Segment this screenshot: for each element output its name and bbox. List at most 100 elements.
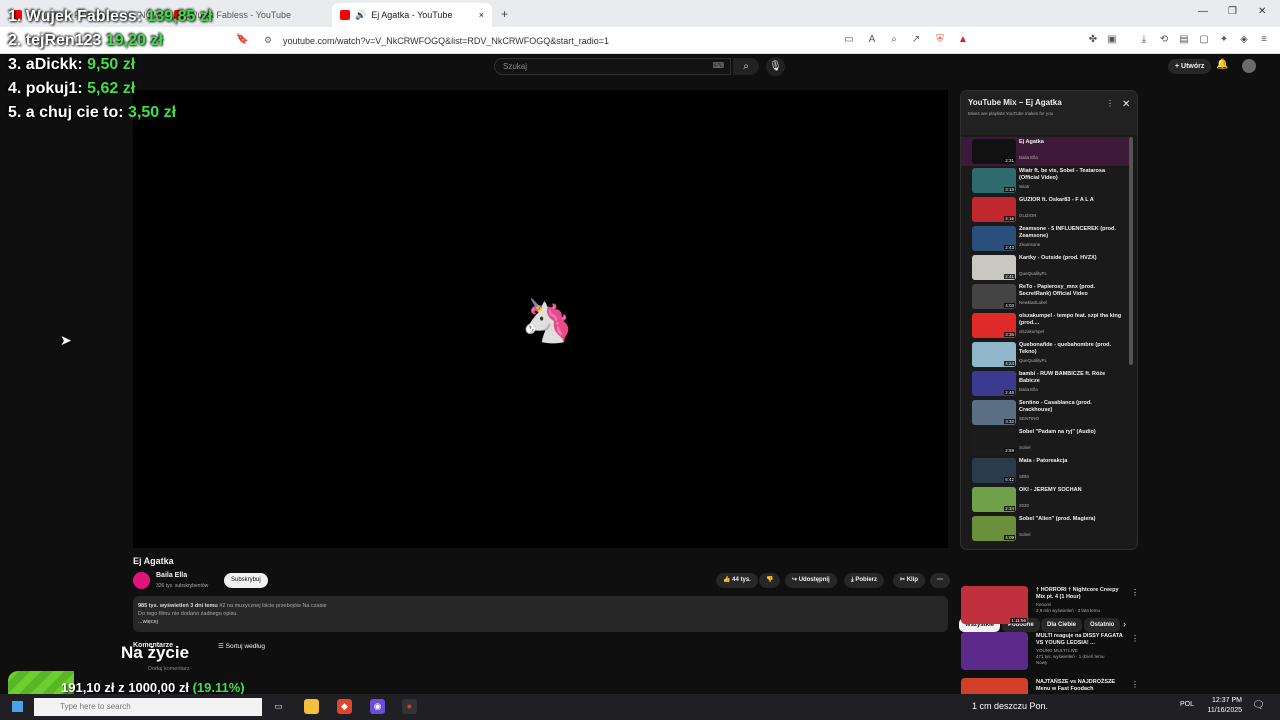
recommended-meta: YOUNG MULTI LIVE 471 tys. wyświetleń · 1 …	[1036, 648, 1105, 665]
search-button[interactable]: ⌕	[733, 58, 759, 75]
playlist-item[interactable]: 2:31 Ej Agatka Baila Ella	[961, 137, 1129, 166]
bookmark-icon[interactable]: 🔖	[236, 34, 248, 46]
menu-icon[interactable]: ≡	[1258, 34, 1270, 46]
playlist-item-title: OKI - JEREMY SOCHAN	[1019, 487, 1082, 493]
taskbar-clock[interactable]: 12:37 PM 11/16/2025	[1198, 696, 1242, 716]
video-menu-icon[interactable]: ⋮	[1131, 680, 1139, 689]
playlist-item[interactable]: 4:03 ReTo - Papierosy_mnx (prod. SecretRa…	[961, 282, 1129, 311]
windows-start-icon[interactable]	[12, 701, 23, 712]
share-button[interactable]: ↪ Udostępnij	[785, 573, 837, 588]
downloads-icon[interactable]: ⤓	[1138, 34, 1150, 46]
share-icon[interactable]: ↗	[910, 34, 922, 46]
file-explorer-icon[interactable]	[304, 699, 319, 714]
playlist-item-title: bambi - RUW BAMBICZE ft. Róże Babicze	[1019, 371, 1106, 384]
show-more-link[interactable]: ...więcej	[138, 618, 943, 626]
obs-icon[interactable]: ●	[402, 699, 417, 714]
more-actions-button[interactable]: ⋯	[930, 573, 950, 588]
like-button[interactable]: 👍 44 tys.	[716, 573, 758, 588]
weather-widget[interactable]: 1 cm deszczu Pon.	[972, 701, 1048, 711]
taskbar-search-input[interactable]: Type here to search	[34, 698, 262, 716]
sort-comments-button[interactable]: ☰ Sortuj według	[218, 642, 265, 650]
notification-center-icon[interactable]: 🗨	[1252, 700, 1265, 711]
wallet-icon[interactable]: ▢	[1198, 34, 1210, 46]
donation-goal-label: Na życie	[121, 643, 190, 662]
donation-entry: 1. Wujek Fabless: 139,85 zł	[8, 8, 212, 26]
recommended-video[interactable]: MULTI reaguje na DISSY FAGATA VS YOUNG L…	[961, 632, 1139, 672]
task-view-icon[interactable]: ▭	[271, 699, 286, 714]
duration-badge: 2:31	[1004, 158, 1015, 163]
duration-badge: 1:11:56	[1010, 618, 1027, 623]
playlist-item[interactable]: 4:09 Sobel "Alien" (prod. Magiera) Sobel	[961, 514, 1129, 543]
duration-badge: 4:03	[1004, 303, 1015, 308]
vpn-icon[interactable]: ◈	[1238, 34, 1250, 46]
playlist-item[interactable]: 2:59 Sobel "Padam na ryj" (Audio) Sobel	[961, 427, 1129, 456]
clip-button[interactable]: ✂ Klip	[893, 573, 926, 588]
donation-amount: 5,62 zł	[87, 80, 136, 97]
playlist-title[interactable]: YouTube Mix – Ej Agatka	[968, 98, 1062, 107]
playlist-item[interactable]: 3:36 olszakumpel - tempo feat. szpi tha k…	[961, 311, 1129, 340]
playlist-item[interactable]: 2:43 Zeamsone - 5 INFLUENCEREK (prod. Zea…	[961, 224, 1129, 253]
playlist-item-artist: GUZIOR	[1019, 213, 1037, 218]
recommended-title: MULTI reaguje na DISSY FAGATA VS YOUNG L…	[1036, 633, 1123, 646]
playlist-scrollbar[interactable]	[1129, 137, 1133, 365]
leo-icon[interactable]: ✦	[1218, 34, 1230, 46]
history-icon[interactable]: ⟲	[1158, 34, 1170, 46]
close-playlist-icon[interactable]: ✕	[1122, 99, 1130, 110]
download-icon: ⤓	[851, 577, 854, 583]
scissors-icon: ✂	[900, 577, 906, 583]
duration-badge: 4:24	[1004, 361, 1015, 366]
donation-entry: 3. aDickk: 9,50 zł	[8, 56, 135, 74]
channel-name[interactable]: Baila Ella	[156, 572, 187, 579]
voice-search-button[interactable]: 🎙	[766, 57, 785, 76]
playlist-item[interactable]: 4:24 Quebonafide - quebahombre (prod. Tek…	[961, 340, 1129, 369]
recommended-video[interactable]: 1:11:56 † HORRORI † Nightcore Creepy Mix …	[961, 586, 1139, 626]
zoom-icon[interactable]: ⌕	[888, 34, 900, 46]
language-indicator[interactable]: POL	[1180, 701, 1194, 708]
playlist-thumbnail: 2:59	[972, 429, 1016, 454]
sidebar-icon[interactable]: ▣	[1106, 34, 1118, 46]
notifications-bell-icon[interactable]: 🔔	[1216, 59, 1228, 70]
close-tab-icon[interactable]: ×	[479, 10, 484, 20]
video-title: Ej Agatka	[133, 556, 174, 566]
translate-icon[interactable]: A	[866, 34, 878, 46]
video-menu-icon[interactable]: ⋮	[1131, 588, 1139, 597]
duration-badge: 3:13	[1004, 187, 1015, 192]
keyboard-icon[interactable]: ⌨	[712, 61, 724, 70]
duration-badge: 4:16	[1004, 216, 1015, 221]
playlist-item[interactable]: 3:13 Wiatr ft. be vis, Sobel - Teatarosa …	[961, 166, 1129, 195]
new-tab-button[interactable]: +	[501, 7, 508, 21]
playlist-thumbnail: 2:43	[972, 226, 1016, 251]
playlist-more-icon[interactable]: ⋮	[1106, 99, 1114, 108]
playlist-item[interactable]: 3:32 Sentino - Casablanca (prod. Crackhou…	[961, 398, 1129, 427]
avatar[interactable]	[1242, 59, 1256, 73]
cast-icon[interactable]: ▭	[843, 34, 855, 46]
restore-icon[interactable]: ❐	[1228, 6, 1237, 17]
search-icon: ⌕	[743, 61, 749, 72]
browser-tab-active[interactable]: 🔊 Ej Agatka - YouTube ×	[332, 3, 492, 27]
rewards-icon[interactable]: ▲	[957, 34, 969, 46]
close-window-icon[interactable]: ✕	[1258, 6, 1266, 17]
playlist-item[interactable]: 2:34 OKI - JEREMY SOCHAN 2020	[961, 485, 1129, 514]
download-button[interactable]: ⤓ Pobierz	[844, 573, 884, 588]
channel-avatar[interactable]	[133, 572, 150, 589]
video-player[interactable]: 🦄	[133, 90, 948, 548]
video-description[interactable]: 985 tys. wyświetleń 3 dni temu #2 na muz…	[133, 596, 948, 632]
add-comment-input[interactable]: Dodaj komentarz	[148, 666, 190, 672]
playlist-item[interactable]: 2:48 bambi - RUW BAMBICZE ft. Róże Babicz…	[961, 369, 1129, 398]
brave-browser-icon[interactable]: ◆	[337, 699, 352, 714]
playlist-item[interactable]: 6:42 Mata - Patoreakcja SBM	[961, 456, 1129, 485]
extensions-icon[interactable]: ✤	[1087, 34, 1099, 46]
dislike-button[interactable]: 👎	[759, 573, 781, 588]
video-menu-icon[interactable]: ⋮	[1131, 634, 1139, 643]
chat-app-icon[interactable]: ◉	[370, 699, 385, 714]
playlist-item-artist: QueQualityPL	[1019, 271, 1048, 276]
search-input[interactable]: Szukaj ⌨	[494, 58, 731, 75]
create-button[interactable]: + Utwórz	[1168, 59, 1212, 74]
site-info-icon[interactable]: ⚙	[264, 35, 272, 46]
reading-list-icon[interactable]: ▤	[1178, 34, 1190, 46]
brave-shield-icon[interactable]: ⛨	[934, 34, 946, 46]
playlist-item[interactable]: 4:16 GUZIOR ft. Oskar83 - F A L A GUZIOR	[961, 195, 1129, 224]
minimize-icon[interactable]: —	[1198, 6, 1208, 17]
subscribe-button[interactable]: Subskrybuj	[224, 573, 268, 588]
playlist-item[interactable]: 2:41 Kartky - Outside (prod. HVZX) QueQual…	[961, 253, 1129, 282]
